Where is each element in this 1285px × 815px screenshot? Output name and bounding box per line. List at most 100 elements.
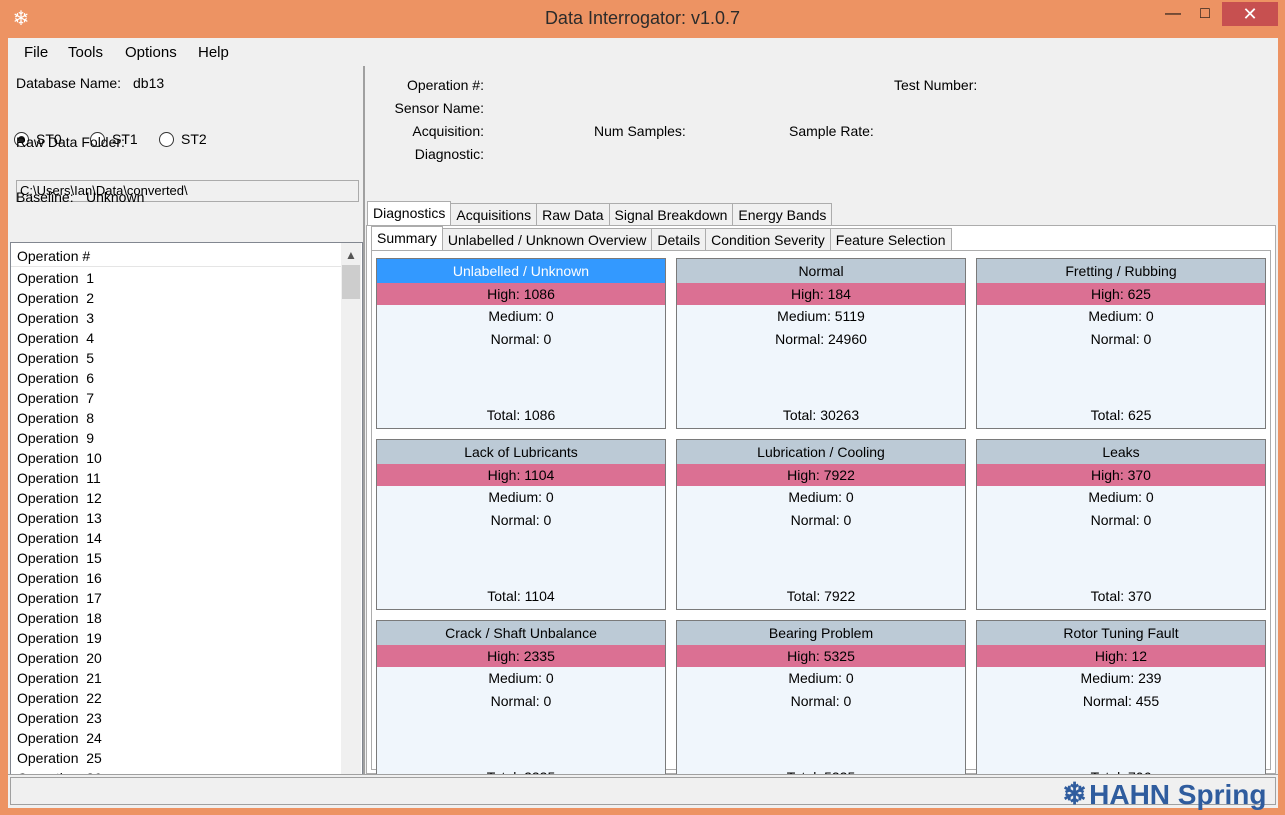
card-title[interactable]: Rotor Tuning Fault <box>977 621 1265 645</box>
operation-list-item[interactable]: Operation 21 <box>17 670 337 690</box>
raw-data-folder-label: Raw Data Folder: <box>16 134 125 150</box>
diagnostic-card[interactable]: Bearing Problem High: 5325 Medium: 0 Normal… <box>676 620 966 791</box>
subtab-condition-severity[interactable]: Condition Severity <box>705 228 831 250</box>
card-medium-count: Medium: 0 <box>488 670 554 686</box>
operation-list-item[interactable]: Operation 5 <box>17 350 337 370</box>
database-name-label: Database Name: <box>16 75 122 91</box>
operation-list-item[interactable]: Operation 18 <box>17 610 337 630</box>
operation-list-item[interactable]: Operation 4 <box>17 330 337 350</box>
operation-list-item[interactable]: Operation 25 <box>17 750 337 770</box>
diagnostic-card[interactable]: Leaks High: 370 Medium: 0 Normal: 0 Total: 3… <box>976 439 1266 610</box>
card-title[interactable]: Lubrication / Cooling <box>677 440 965 464</box>
maximize-button[interactable]: □ <box>1190 2 1220 26</box>
diagnostic-card[interactable]: Rotor Tuning Fault High: 12 Medium: 239 Nor… <box>976 620 1266 791</box>
operation-list-item[interactable]: Operation 14 <box>17 530 337 550</box>
sample-rate-label: Sample Rate: <box>789 123 874 139</box>
operation-list-item[interactable]: Operation 11 <box>17 470 337 490</box>
status-bar: ❄ HAHN Spring <box>8 774 1278 811</box>
operation-list-item[interactable]: Operation 1 <box>17 270 337 290</box>
operation-number-label: Operation #: <box>406 77 484 93</box>
card-normal-count: Normal: 455 <box>1082 693 1160 709</box>
scroll-thumb[interactable] <box>342 265 360 299</box>
operation-list-item[interactable]: Operation 17 <box>17 590 337 610</box>
operation-list-item[interactable]: Operation 15 <box>17 550 337 570</box>
operation-list-item[interactable]: Operation 7 <box>17 390 337 410</box>
menu-options[interactable]: Options <box>125 44 177 61</box>
scroll-up-icon[interactable]: ▲ <box>341 245 361 265</box>
diagnostic-card[interactable]: Normal High: 184 Medium: 5119 Normal: 24960… <box>676 258 966 429</box>
card-high-count: High: 370 <box>977 464 1265 486</box>
operation-list-item[interactable]: Operation 8 <box>17 410 337 430</box>
card-title[interactable]: Crack / Shaft Unbalance <box>377 621 665 645</box>
operation-list-item[interactable]: Operation 23 <box>17 710 337 730</box>
subtab-feature-selection[interactable]: Feature Selection <box>829 228 952 250</box>
menu-file[interactable]: File <box>24 44 48 61</box>
tab-raw-data[interactable]: Raw Data <box>536 203 610 225</box>
baseline-value: Unknown <box>86 189 145 205</box>
radio-st2-label: ST2 <box>181 131 207 147</box>
operation-list-item[interactable]: Operation 22 <box>17 690 337 710</box>
card-normal-count: Normal: 0 <box>790 512 852 528</box>
subtab-details[interactable]: Details <box>651 228 707 250</box>
menu-help[interactable]: Help <box>198 44 229 61</box>
card-normal-count: Normal: 0 <box>490 331 552 347</box>
menu-bar: File Tools Options Help <box>8 38 1278 66</box>
card-title[interactable]: Leaks <box>977 440 1265 464</box>
card-medium-count: Medium: 239 <box>1080 670 1162 686</box>
card-normal-count: Normal: 24960 <box>775 331 867 347</box>
operation-list-header[interactable]: Operation # <box>11 243 341 267</box>
minimize-button[interactable]: — <box>1158 2 1188 26</box>
database-name-value: db13 <box>133 75 165 91</box>
test-number-label: Test Number: <box>894 77 978 93</box>
subtab-summary[interactable]: Summary <box>371 226 443 250</box>
diagnostic-card[interactable]: Lubrication / Cooling High: 7922 Medium: 0… <box>676 439 966 610</box>
card-title[interactable]: Unlabelled / Unknown <box>377 259 665 283</box>
radio-st2[interactable]: ST2 <box>159 131 207 147</box>
tab-acquisitions[interactable]: Acquisitions <box>450 203 538 225</box>
card-high-count: High: 12 <box>977 645 1265 667</box>
card-total-count: Total: 30263 <box>782 407 860 423</box>
operation-list-item[interactable]: Operation 20 <box>17 650 337 670</box>
operation-list-item[interactable]: Operation 3 <box>17 310 337 330</box>
card-title[interactable]: Lack of Lubricants <box>377 440 665 464</box>
operation-list-item[interactable]: Operation 12 <box>17 490 337 510</box>
radio-st2-circle[interactable] <box>159 131 174 147</box>
right-panel: Operation #: Sensor Name: Acquisition: D… <box>366 66 1278 791</box>
diagnostic-card[interactable]: Crack / Shaft Unbalance High: 2335 Medium:… <box>376 620 666 791</box>
operation-list-item[interactable]: Operation 6 <box>17 370 337 390</box>
operation-list-item[interactable]: Operation 13 <box>17 510 337 530</box>
diagnostic-card[interactable]: Fretting / Rubbing High: 625 Medium: 0 Norm… <box>976 258 1266 429</box>
card-total-count: Total: 1104 <box>487 588 555 604</box>
card-title[interactable]: Normal <box>677 259 965 283</box>
tab-signal-breakdown[interactable]: Signal Breakdown <box>608 203 734 225</box>
card-total-count: Total: 7922 <box>786 588 856 604</box>
close-button[interactable]: ✕ <box>1222 2 1278 26</box>
menu-tools[interactable]: Tools <box>68 44 103 61</box>
operation-list-item[interactable]: Operation 2 <box>17 290 337 310</box>
card-title[interactable]: Fretting / Rubbing <box>977 259 1265 283</box>
operation-list-item[interactable]: Operation 24 <box>17 730 337 750</box>
card-title[interactable]: Bearing Problem <box>677 621 965 645</box>
tab-energy-bands[interactable]: Energy Bands <box>732 203 833 225</box>
panel-splitter[interactable] <box>363 66 365 774</box>
card-high-count: High: 7922 <box>677 464 965 486</box>
card-medium-count: Medium: 0 <box>488 489 554 505</box>
operation-list-item[interactable]: Operation 16 <box>17 570 337 590</box>
operation-list-item[interactable]: Operation 9 <box>17 430 337 450</box>
card-normal-count: Normal: 0 <box>1090 331 1152 347</box>
card-high-count: High: 184 <box>677 283 965 305</box>
tab-diagnostics[interactable]: Diagnostics <box>367 201 452 225</box>
diagnostic-card[interactable]: Unlabelled / Unknown High: 1086 Medium: 0 N… <box>376 258 666 429</box>
diagnostic-card[interactable]: Lack of Lubricants High: 1104 Medium: 0 Nor… <box>376 439 666 610</box>
card-normal-count: Normal: 0 <box>490 693 552 709</box>
subtab-unlabelled-overview[interactable]: Unlabelled / Unknown Overview <box>441 228 653 250</box>
operation-list-scrollbar[interactable]: ▲ ▼ <box>341 243 361 801</box>
card-normal-count: Normal: 0 <box>490 512 552 528</box>
summary-panel: Unlabelled / Unknown High: 1086 Medium: 0 N… <box>371 250 1271 791</box>
logo-snowflake-icon: ❄ <box>1062 778 1088 811</box>
diagnostics-tab-panel: Summary Unlabelled / Unknown Overview De… <box>366 225 1276 791</box>
left-panel: Database Name: db13 ST0 ST1 ST2 Raw Data… <box>8 66 365 802</box>
operation-list-item[interactable]: Operation 19 <box>17 630 337 650</box>
operation-list-item[interactable]: Operation 10 <box>17 450 337 470</box>
operation-list[interactable]: Operation # Operation 1 Operation 2 Operat… <box>10 242 363 802</box>
